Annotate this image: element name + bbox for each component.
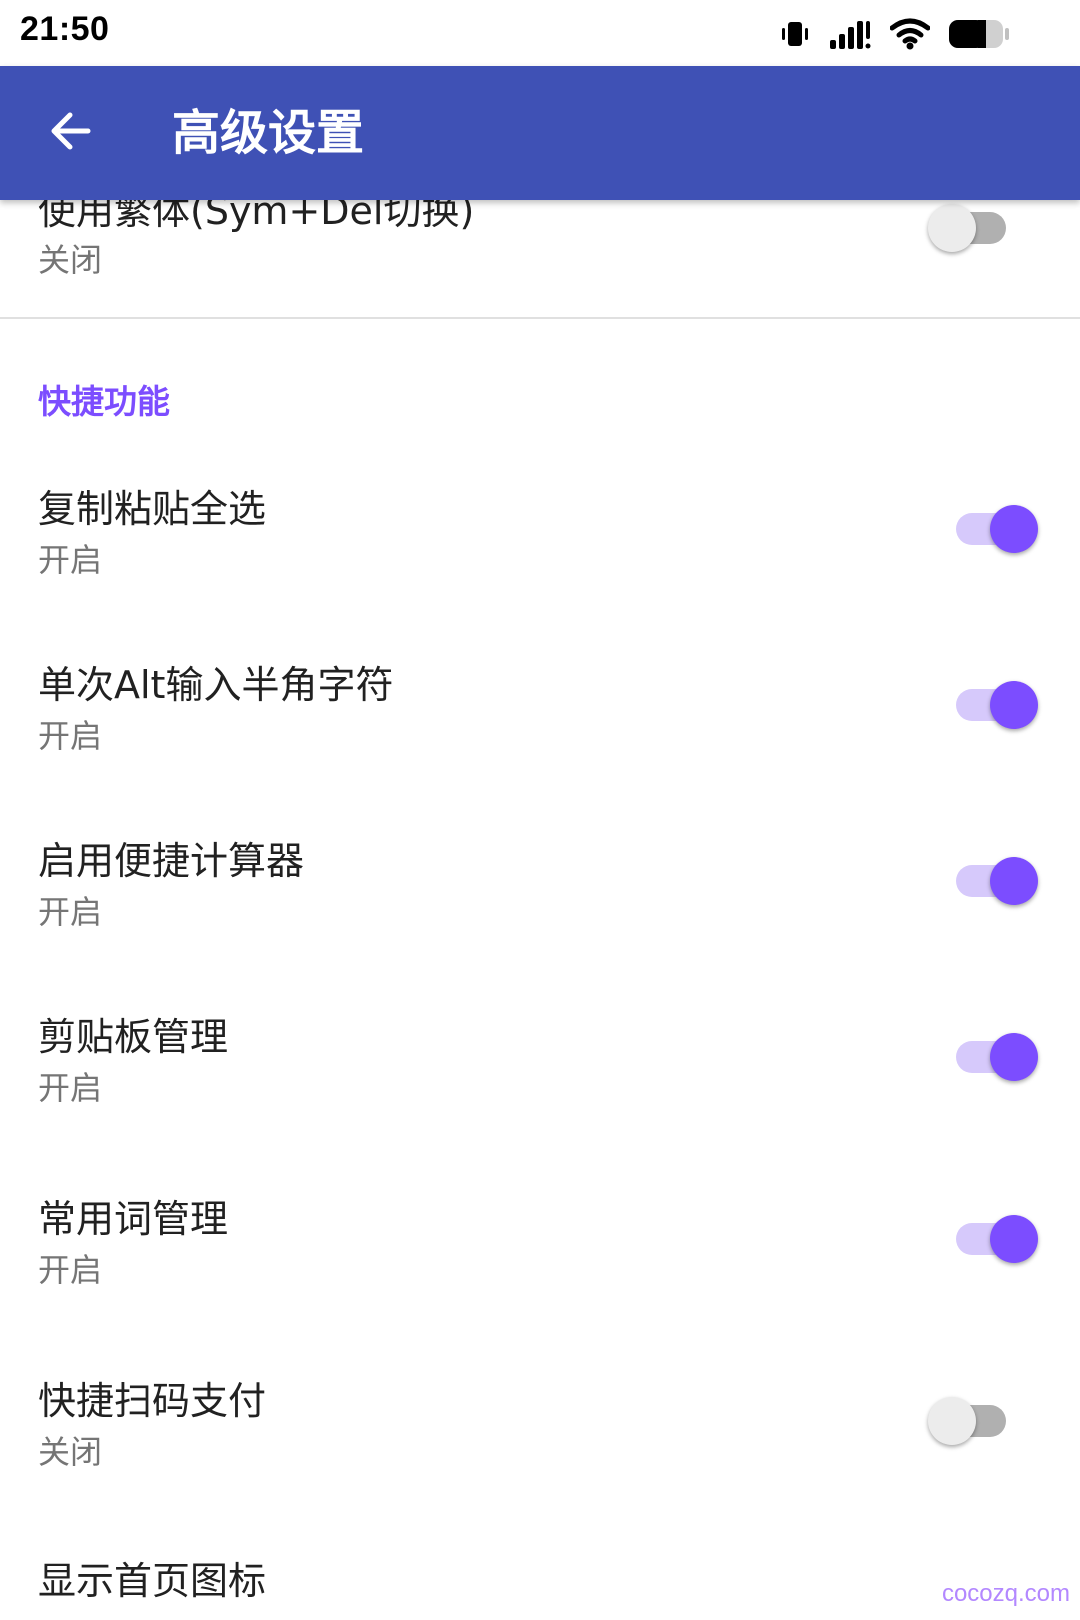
toggle-switch-clipboard[interactable] (948, 1027, 1038, 1087)
toggle-switch-alt-halfwidth[interactable] (948, 675, 1038, 735)
status-time: 21:50 (20, 10, 110, 48)
battery-icon (948, 18, 1010, 50)
switch-thumb (990, 681, 1038, 729)
toggle-switch-calculator[interactable] (948, 851, 1038, 911)
arrow-back-icon (48, 109, 92, 157)
signal-icon (828, 18, 872, 50)
settings-list[interactable]: 使用繁体(Sym+Del切换) 关闭 快捷功能 复制粘贴全选 开启 单次Alt输… (0, 200, 1080, 1620)
switch-thumb (928, 1397, 976, 1445)
preference-item-alt-halfwidth[interactable]: 单次Alt输入半角字符 开启 (0, 648, 1080, 788)
toggle-switch-copy-paste[interactable] (948, 499, 1038, 559)
preference-item-scan-pay[interactable]: 快捷扫码支付 关闭 (0, 1372, 1080, 1512)
switch-thumb (990, 505, 1038, 553)
preference-title: 剪贴板管理 (38, 1015, 229, 1059)
preference-item-copy-paste[interactable]: 复制粘贴全选 开启 (0, 466, 1080, 606)
preference-item-calculator[interactable]: 启用便捷计算器 开启 (0, 830, 1080, 970)
preference-summary: 开启 (38, 1069, 103, 1107)
page-title: 高级设置 (172, 105, 365, 161)
toggle-switch-phrases[interactable] (948, 1209, 1038, 1269)
toggle-switch-traditional-chinese[interactable] (928, 200, 1018, 258)
switch-thumb (990, 1215, 1038, 1263)
preference-title: 显示首页图标 (38, 1559, 267, 1603)
preference-title: 常用词管理 (38, 1197, 229, 1241)
preference-item-phrases[interactable]: 常用词管理 开启 (0, 1190, 1080, 1330)
preference-summary: 开启 (38, 541, 103, 579)
preference-title: 启用便捷计算器 (38, 839, 305, 883)
preference-summary: 开启 (38, 1251, 103, 1289)
toggle-switch-scan-pay[interactable] (928, 1391, 1018, 1451)
preference-item-home-icon[interactable]: 显示首页图标 (0, 1548, 1080, 1620)
preference-summary: 关闭 (38, 1433, 103, 1471)
preference-title: 快捷扫码支付 (38, 1379, 267, 1423)
switch-thumb (990, 857, 1038, 905)
preference-title: 单次Alt输入半角字符 (38, 663, 394, 707)
status-bar: 21:50 (0, 0, 1080, 66)
section-header-shortcuts: 快捷功能 (38, 382, 170, 421)
preference-title: 复制粘贴全选 (38, 487, 267, 531)
preference-summary: 开启 (38, 893, 103, 931)
section-divider (0, 317, 1080, 319)
watermark: cocozq.com (941, 1580, 1070, 1607)
preference-item-traditional-chinese[interactable]: 使用繁体(Sym+Del切换) 关闭 (0, 200, 1080, 280)
app-bar: 高级设置 (0, 66, 1080, 200)
preference-item-clipboard[interactable]: 剪贴板管理 开启 (0, 1012, 1080, 1152)
wifi-icon (890, 18, 930, 50)
status-icons (780, 16, 1010, 52)
switch-thumb (928, 204, 976, 252)
vibrate-icon (780, 19, 810, 49)
switch-thumb (990, 1033, 1038, 1081)
preference-title: 使用繁体(Sym+Del切换) (38, 200, 475, 233)
preference-summary: 关闭 (38, 241, 103, 279)
back-button[interactable] (30, 93, 110, 173)
preference-summary: 开启 (38, 717, 103, 755)
